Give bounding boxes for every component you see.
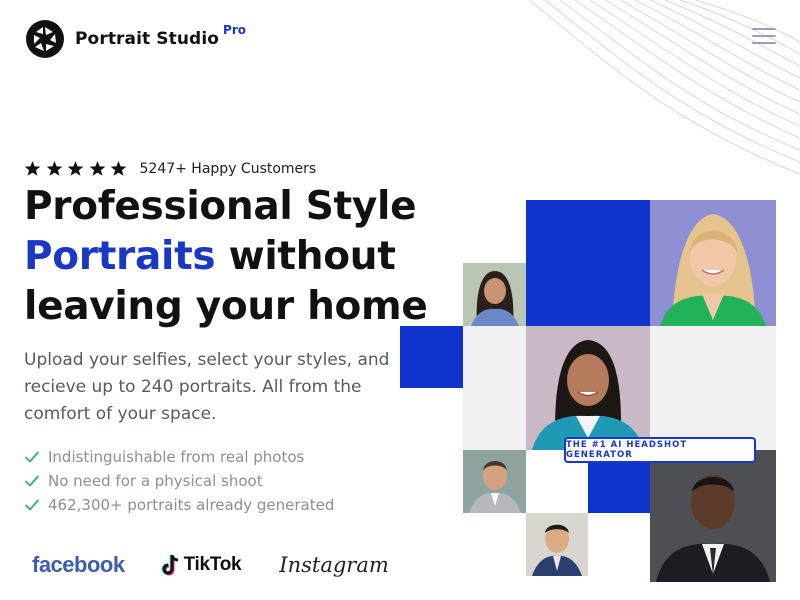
happy-customers-count: 5247+ Happy Customers (139, 160, 317, 177)
star-rating (24, 160, 132, 177)
headshot-generator-badge: THE #1 AI HEADSHOT GENERATOR (564, 437, 756, 463)
brand-name: Portrait Studio (75, 29, 220, 49)
collage-grey-tile (463, 326, 526, 388)
social-logos: facebook TikTok Instagram (32, 552, 389, 578)
star-icon (24, 161, 41, 176)
collage-blue-tile (526, 200, 650, 326)
feature-item: Indistinguishable from real photos (24, 445, 334, 469)
portrait-photo (463, 263, 526, 326)
collage-grey-tile (463, 388, 526, 450)
star-icon (67, 161, 84, 176)
headline-line-1: Professional Style (24, 184, 417, 229)
star-icon (46, 161, 62, 176)
checkmark-icon (25, 475, 39, 487)
brand-tier-badge: Pro (223, 23, 246, 37)
feature-text: Indistinguishable from real photos (48, 448, 305, 466)
hero-description: Upload your selfies, select your styles,… (24, 350, 390, 424)
hamburger-menu-icon[interactable] (752, 28, 776, 46)
collage-blue-tile (400, 326, 463, 388)
headline-accent: Portraits (24, 234, 216, 279)
headline-line-2-rest: without (228, 234, 396, 279)
checkmark-icon (25, 451, 39, 463)
portrait-photo (463, 450, 526, 513)
customer-rating: 5247+ Happy Customers (24, 160, 316, 177)
tiktok-wordmark: TikTok (183, 554, 242, 575)
facebook-logo[interactable]: facebook (32, 552, 125, 578)
portrait-photo (650, 200, 776, 326)
star-icon (89, 161, 105, 176)
collage-grey-tile (650, 326, 776, 450)
feature-text: No need for a physical shoot (48, 472, 263, 490)
feature-text: 462,300+ portraits already generated (48, 496, 335, 514)
camera-aperture-icon (26, 20, 64, 58)
portrait-photo (650, 450, 776, 582)
checkmark-icon (25, 499, 39, 511)
tiktok-logo[interactable]: TikTok (161, 554, 242, 576)
tiktok-note-icon (161, 555, 178, 576)
instagram-logo[interactable]: Instagram (279, 553, 388, 577)
feature-item: No need for a physical shoot (24, 469, 334, 493)
feature-item: 462,300+ portraits already generated (24, 493, 334, 517)
hero-headline: Professional Style Portraits without lea… (24, 182, 428, 332)
brand-logo[interactable]: Portrait Studio Pro (26, 20, 246, 58)
feature-list: Indistinguishable from real photos No ne… (24, 445, 334, 517)
portrait-photo (526, 326, 650, 450)
headline-line-3: leaving your home (24, 284, 428, 329)
star-icon (110, 161, 127, 176)
portrait-photo (526, 513, 588, 576)
